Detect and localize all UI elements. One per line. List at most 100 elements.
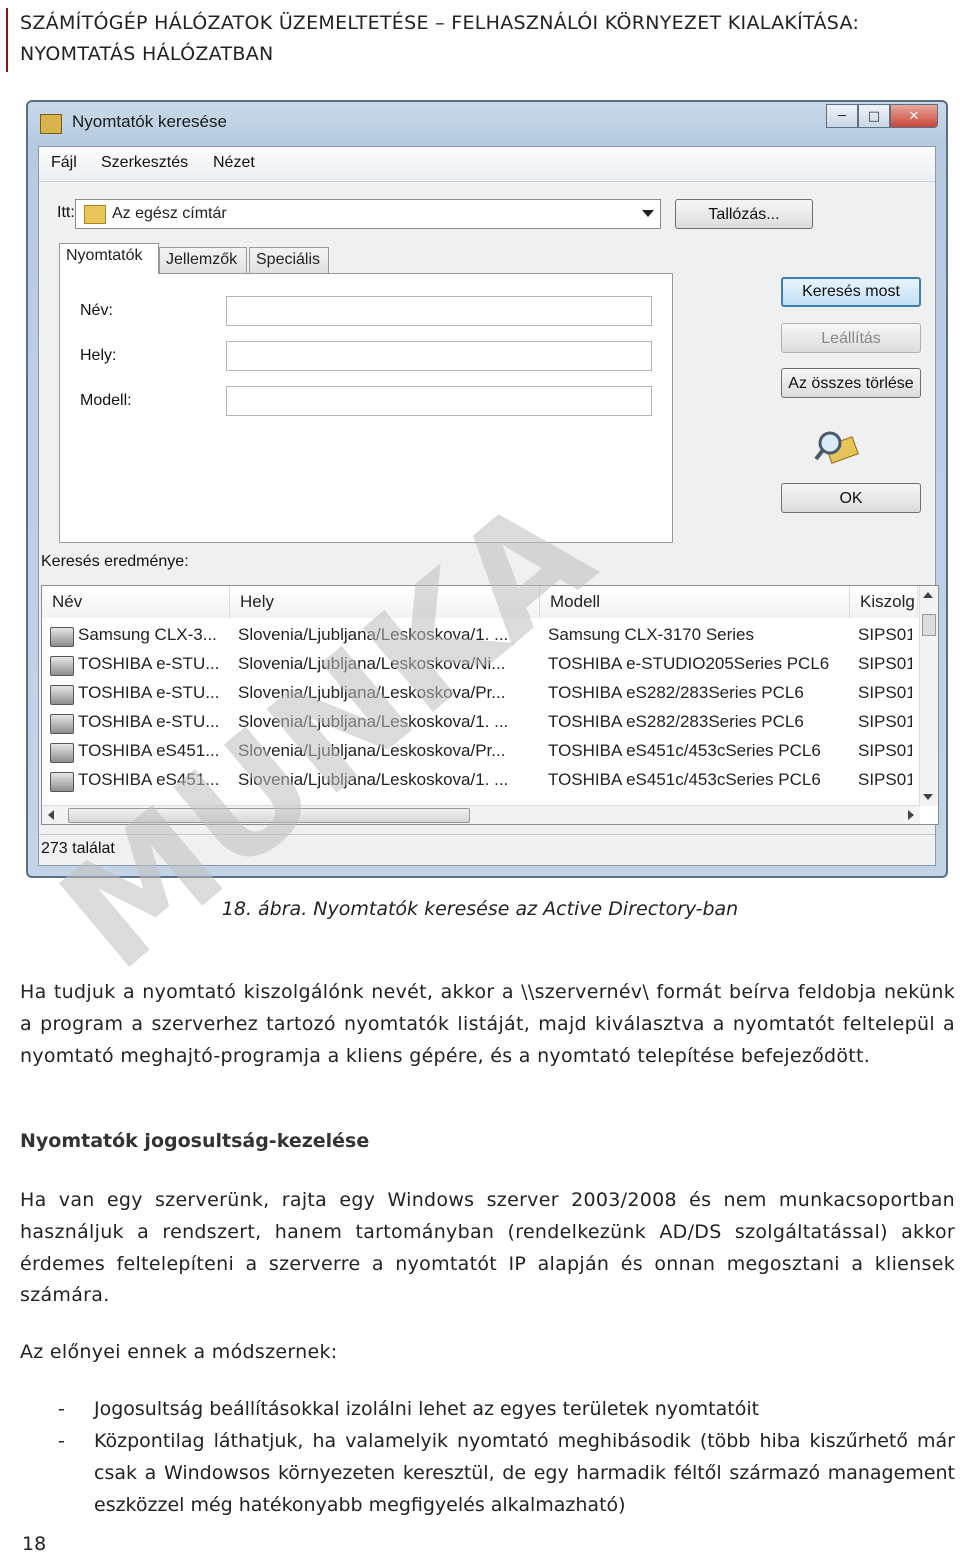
menu-edit[interactable]: Szerkesztés: [101, 154, 188, 172]
cell-location: Slovenia/Ljubljana/Leskoskova/1. ...: [238, 770, 509, 789]
bullet-dash: -: [58, 1430, 65, 1452]
status-bar: 273 találat: [39, 834, 935, 865]
cell-model: TOSHIBA eS282/283Series PCL6: [548, 683, 804, 702]
minimize-icon[interactable]: ─: [826, 104, 858, 128]
tab-panel: Név: Hely: Modell:: [59, 273, 673, 543]
find-printers-window: Nyomtatók keresése ─ □ ✕ Fájl Szerkeszté…: [26, 100, 948, 878]
cell-server: SIPS01: [858, 654, 912, 673]
bullet-text: Központilag láthatjuk, ha valamelyik nyo…: [94, 1430, 955, 1516]
menu-bar: Fájl Szerkesztés Nézet: [39, 147, 935, 182]
page-header: SZÁMÍTÓGÉP HÁLÓZATOK ÜZEMELTETÉSE – FELH…: [6, 8, 960, 72]
table-row[interactable]: TOSHIBA eS451... Slovenia/Ljubljana/Lesk…: [42, 767, 912, 796]
page-number: 18: [22, 1533, 47, 1555]
scroll-thumb[interactable]: [922, 614, 936, 636]
model-label: Modell:: [80, 392, 132, 409]
title-bar: Nyomtatók keresése ─ □ ✕: [28, 102, 946, 142]
scroll-right-icon[interactable]: [908, 810, 914, 820]
cell-name: TOSHIBA e-STU...: [78, 712, 220, 731]
cell-name: Samsung CLX-3...: [78, 625, 217, 644]
cell-name: TOSHIBA eS451...: [78, 770, 220, 789]
tab-printers[interactable]: Nyomtatók: [59, 243, 159, 274]
cell-location: Slovenia/Ljubljana/Leskoskova/1. ...: [238, 625, 509, 644]
h-scroll-thumb[interactable]: [68, 808, 470, 823]
column-header-server[interactable]: Kiszolg: [850, 586, 918, 618]
printer-icon: [50, 656, 74, 676]
figure-caption: 18. ábra. Nyomtatók keresése az Active D…: [221, 898, 739, 920]
paragraph-1: Ha tudjuk a nyomtató kiszolgálónk nevét,…: [20, 981, 955, 1067]
cell-server: SIPS01: [858, 683, 912, 702]
model-field[interactable]: [226, 386, 652, 416]
printer-icon: [50, 627, 74, 647]
cell-location: Slovenia/Ljubljana/Leskoskova/1. ...: [238, 712, 509, 731]
directory-icon: [84, 205, 106, 224]
results-list: Név Hely Modell Kiszolg Samsung CLX-3...…: [41, 585, 939, 825]
clear-all-button[interactable]: Az összes törlése: [781, 368, 921, 398]
printer-icon: [50, 714, 74, 734]
printer-icon: [50, 743, 74, 763]
paragraph-2: Ha van egy szerverünk, rajta egy Windows…: [20, 1189, 955, 1307]
table-row[interactable]: TOSHIBA e-STU... Slovenia/Ljubljana/Lesk…: [42, 709, 912, 738]
cell-server: SIPS01: [858, 770, 912, 789]
cell-name: TOSHIBA e-STU...: [78, 654, 220, 673]
maximize-icon[interactable]: □: [858, 104, 890, 128]
name-field[interactable]: [226, 296, 652, 326]
menu-file[interactable]: Fájl: [51, 154, 77, 172]
tab-advanced[interactable]: Speciális: [249, 247, 329, 273]
close-icon[interactable]: ✕: [890, 104, 938, 128]
cell-location: Slovenia/Ljubljana/Leskoskova/Ni...: [238, 654, 506, 673]
column-header-model[interactable]: Modell: [540, 586, 850, 618]
in-combobox[interactable]: Az egész címtár: [75, 199, 661, 229]
cell-name: TOSHIBA e-STU...: [78, 683, 220, 702]
magnifier-icon: [814, 431, 859, 464]
cell-server: SIPS01: [858, 741, 912, 760]
paragraph-3: Az előnyei ennek a módszernek:: [20, 1341, 338, 1363]
printer-search-icon: [40, 114, 62, 134]
ok-button[interactable]: OK: [781, 483, 921, 513]
tab-features[interactable]: Jellemzők: [159, 247, 247, 273]
cell-model: TOSHIBA eS451c/453cSeries PCL6: [548, 741, 821, 760]
bullet-dash: -: [58, 1398, 65, 1420]
cell-server: SIPS01: [858, 625, 912, 644]
in-value: Az egész címtár: [112, 205, 227, 222]
name-label: Név:: [80, 302, 113, 319]
section-heading: Nyomtatók jogosultság-kezelése: [20, 1130, 370, 1152]
browse-button[interactable]: Tallózás...: [675, 199, 813, 229]
cell-model: TOSHIBA eS282/283Series PCL6: [548, 712, 804, 731]
window-controls: ─ □ ✕: [826, 104, 938, 128]
cell-location: Slovenia/Ljubljana/Leskoskova/Pr...: [238, 683, 506, 702]
scroll-up-icon[interactable]: [923, 592, 933, 598]
cell-name: TOSHIBA eS451...: [78, 741, 220, 760]
scroll-down-icon[interactable]: [923, 794, 933, 800]
header-line-2: NYOMTATÁS HÁLÓZATBAN: [20, 43, 274, 65]
result-count: 273 találat: [41, 840, 115, 857]
location-field[interactable]: [226, 341, 652, 371]
cell-location: Slovenia/Ljubljana/Leskoskova/Pr...: [238, 741, 506, 760]
in-label: Itt:: [57, 204, 75, 221]
stop-button[interactable]: Leállítás: [781, 323, 921, 353]
list-item: - Központilag láthatjuk, ha valamelyik n…: [58, 1426, 955, 1521]
table-row[interactable]: TOSHIBA e-STU... Slovenia/Ljubljana/Lesk…: [42, 651, 912, 680]
cell-model: Samsung CLX-3170 Series: [548, 625, 755, 644]
column-header-location[interactable]: Hely: [230, 586, 540, 618]
vertical-scrollbar[interactable]: [919, 586, 938, 806]
window-content: Fájl Szerkesztés Nézet Itt: Az egész cím…: [38, 146, 939, 866]
printer-icon: [50, 772, 74, 792]
location-label: Hely:: [80, 347, 117, 364]
results-label: Keresés eredménye:: [41, 553, 189, 570]
header-line-1: SZÁMÍTÓGÉP HÁLÓZATOK ÜZEMELTETÉSE – FELH…: [20, 12, 860, 34]
column-header-name[interactable]: Név: [42, 586, 230, 618]
list-item: - Jogosultság beállításokkal izolálni le…: [58, 1394, 955, 1426]
scroll-left-icon[interactable]: [48, 810, 54, 820]
menu-view[interactable]: Nézet: [213, 154, 255, 172]
table-row[interactable]: TOSHIBA e-STU... Slovenia/Ljubljana/Lesk…: [42, 680, 912, 709]
table-row[interactable]: Samsung CLX-3... Slovenia/Ljubljana/Lesk…: [42, 622, 912, 651]
table-row[interactable]: TOSHIBA eS451... Slovenia/Ljubljana/Lesk…: [42, 738, 912, 767]
cell-model: TOSHIBA e-STUDIO205Series PCL6: [548, 654, 830, 673]
horizontal-scrollbar[interactable]: [42, 805, 920, 824]
bullet-text: Jogosultság beállításokkal izolálni lehe…: [94, 1398, 760, 1420]
printer-icon: [50, 685, 74, 705]
search-now-button[interactable]: Keresés most: [781, 277, 921, 307]
cell-server: SIPS01: [858, 712, 912, 731]
window-title: Nyomtatók keresése: [72, 112, 227, 131]
chevron-down-icon[interactable]: [642, 210, 654, 217]
